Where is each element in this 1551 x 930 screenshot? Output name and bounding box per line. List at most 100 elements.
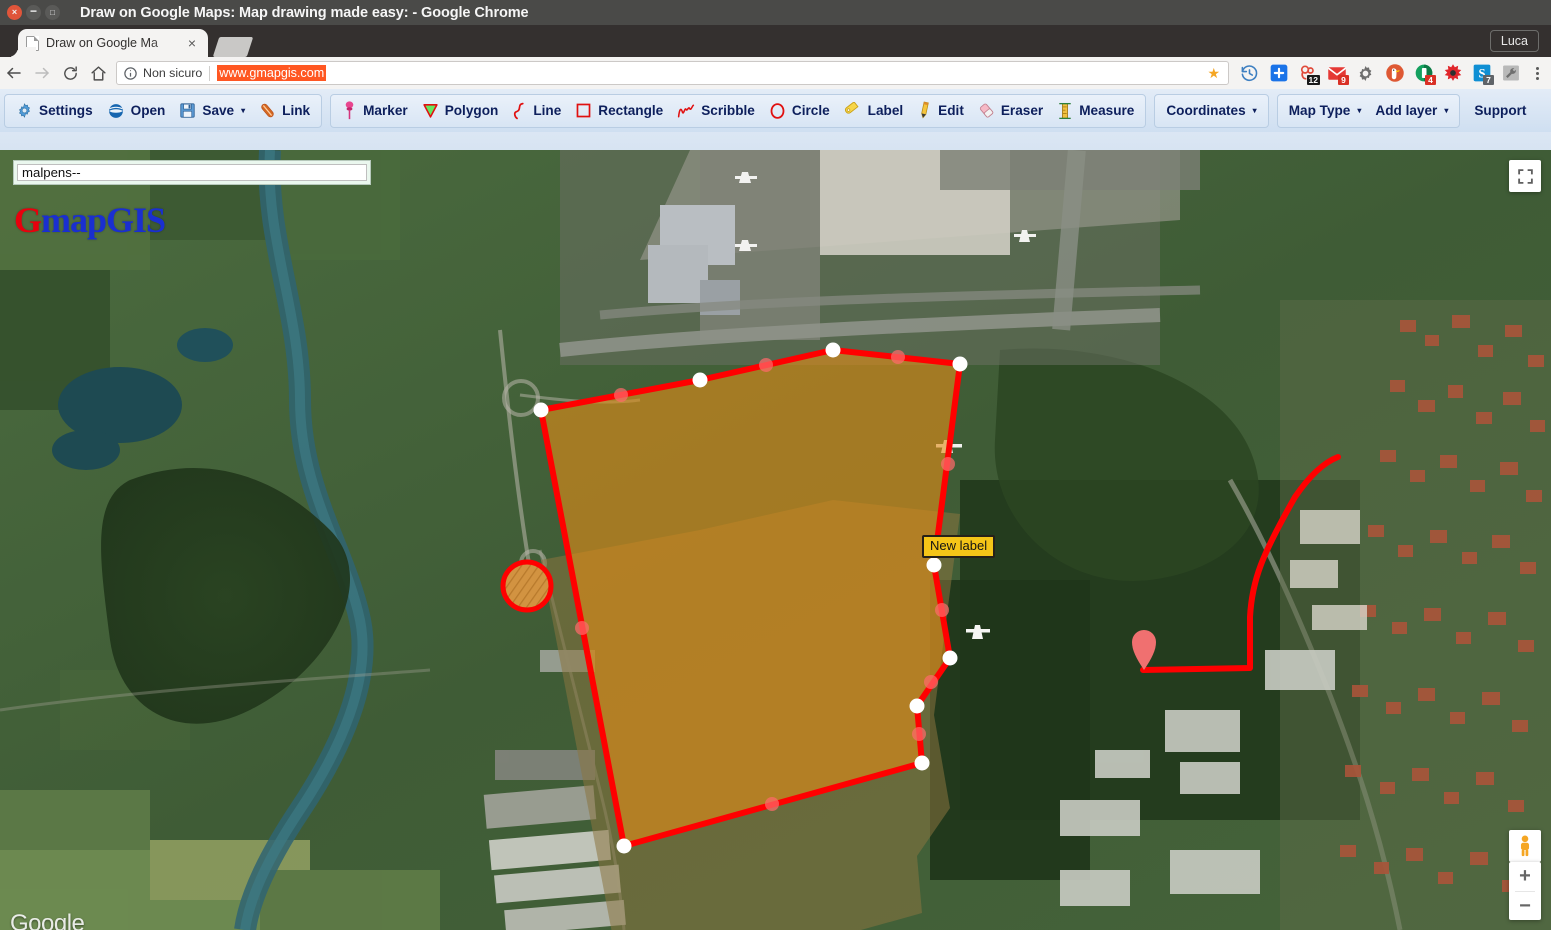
extension-badge: 12 (1306, 75, 1320, 85)
map-type-dropdown[interactable]: Map Type ▾ (1282, 96, 1369, 126)
window-title-bar: × − □ Draw on Google Maps: Map drawing m… (0, 0, 1551, 25)
adblock-icon[interactable]: 4 (1409, 59, 1438, 87)
add-layer-dropdown[interactable]: Add layer ▾ (1368, 96, 1455, 126)
profile-button[interactable]: Luca (1489, 30, 1539, 52)
coordinates-dropdown[interactable]: Coordinates ▾ (1159, 96, 1263, 126)
chevron-down-icon[interactable]: ▾ (1253, 106, 1257, 115)
save-button[interactable]: Save ▾ (172, 96, 252, 126)
profile-label: Luca (1500, 34, 1528, 48)
scribble-tool-button[interactable]: Scribble (670, 96, 762, 126)
window-close-button[interactable]: × (7, 5, 22, 20)
add-extension-icon[interactable] (1264, 59, 1293, 87)
close-icon: × (11, 7, 18, 17)
label-tool-button[interactable]: Label (837, 96, 911, 126)
floppy-disk-icon (179, 102, 196, 119)
street-view-pegman[interactable] (1509, 830, 1541, 862)
reload-button[interactable] (56, 59, 84, 87)
polygon-label: Polygon (444, 103, 499, 118)
circle-label: Circle (791, 103, 830, 118)
scribble-icon (677, 103, 695, 119)
plus-square-icon (1270, 64, 1287, 82)
map-pin-icon (342, 101, 357, 120)
tag-icon (844, 102, 862, 119)
wrench-square-icon (1502, 65, 1519, 81)
fullscreen-button[interactable] (1509, 160, 1541, 192)
scribble-label: Scribble (701, 103, 755, 118)
eraser-icon (978, 102, 995, 119)
duckduckgo-icon[interactable] (1380, 59, 1409, 87)
window-controls: × − □ (0, 5, 60, 20)
link-clipper-icon[interactable]: 12 (1293, 59, 1322, 87)
back-button[interactable] (0, 59, 28, 87)
open-button[interactable]: Open (100, 96, 173, 126)
link-button[interactable]: Link (252, 96, 317, 126)
drawn-circle[interactable] (500, 559, 554, 613)
edit-label: Edit (938, 103, 964, 118)
info-circle-icon (124, 66, 137, 80)
rectangle-tool-button[interactable]: Rectangle (568, 96, 670, 126)
settings-label: Settings (39, 103, 93, 118)
home-icon (90, 65, 106, 81)
support-link[interactable]: Support (1464, 96, 1536, 126)
logo-part-g: G (14, 200, 42, 240)
fullscreen-icon (1517, 168, 1533, 184)
chain-link-icon (259, 102, 276, 119)
new-label-tooltip[interactable]: New label (922, 535, 996, 559)
save-label: Save (202, 103, 235, 118)
mail-icon[interactable]: 9 (1322, 59, 1351, 87)
gear-extension-icon[interactable] (1351, 59, 1380, 87)
minimize-icon: − (29, 3, 37, 18)
coordinates-label: Coordinates (1166, 103, 1246, 118)
line-icon (512, 102, 527, 120)
marker-label: Marker (363, 103, 408, 118)
chevron-down-icon[interactable]: ▾ (1444, 106, 1448, 115)
gmapgis-toolbar: Settings Open Save ▾ Link Marker Polygon… (0, 89, 1551, 153)
chevron-down-icon[interactable]: ▾ (241, 106, 245, 115)
duck-circle-icon (1385, 64, 1404, 82)
logo-part-map: map (41, 200, 107, 240)
chevron-down-icon[interactable]: ▾ (1357, 106, 1361, 115)
menu-dot (1535, 66, 1539, 70)
eraser-label: Eraser (1000, 103, 1044, 118)
search-input[interactable] (17, 164, 367, 181)
wrench-icon[interactable] (1496, 59, 1525, 87)
starburst-bug-icon (1444, 64, 1461, 81)
line-tool-button[interactable]: Line (505, 96, 568, 126)
browser-tab[interactable]: Draw on Google Ma × (18, 29, 208, 57)
history-icon[interactable] (1235, 59, 1264, 87)
menu-dot (1535, 71, 1539, 75)
browser-navigation-bar: Non sicuro www.gmapgis.com ★ 12 9 4 S 7 (0, 57, 1551, 89)
history-clock-icon (1241, 64, 1258, 81)
edit-tool-button[interactable]: Edit (910, 96, 971, 126)
new-tab-button[interactable] (212, 37, 254, 57)
extension-badge: 9 (1338, 75, 1349, 85)
skype-icon[interactable]: S 7 (1467, 59, 1496, 87)
zoom-out-button[interactable]: − (1509, 892, 1541, 921)
zoom-controls[interactable]: + − (1509, 862, 1541, 920)
support-label: Support (1474, 103, 1527, 118)
eraser-tool-button[interactable]: Eraser (971, 96, 1050, 126)
toolbar-layers-group: Map Type ▾ Add layer ▾ (1276, 93, 1461, 128)
map-viewport[interactable]: GmapGIS New label + − Google (0, 150, 1551, 930)
window-maximize-button[interactable]: □ (45, 5, 60, 20)
zoom-in-button[interactable]: + (1509, 862, 1541, 891)
satellite-imagery (0, 150, 1551, 930)
label-label: Label (867, 103, 904, 118)
extension-badge: 7 (1483, 75, 1494, 85)
tab-close-icon[interactable]: × (184, 36, 200, 50)
bug-icon[interactable] (1438, 59, 1467, 87)
marker-tool-button[interactable]: Marker (335, 96, 415, 126)
map-search-box[interactable] (13, 160, 371, 185)
polygon-tool-button[interactable]: Polygon (415, 96, 506, 126)
forward-button[interactable] (28, 59, 56, 87)
url-text[interactable]: www.gmapgis.com (217, 65, 327, 81)
address-bar[interactable]: Non sicuro www.gmapgis.com ★ (116, 61, 1229, 85)
open-label: Open (130, 103, 166, 118)
measure-tool-button[interactable]: Measure (1050, 96, 1141, 126)
settings-button[interactable]: Settings (9, 96, 100, 126)
bookmark-star-icon[interactable]: ★ (1207, 65, 1222, 82)
chrome-menu-button[interactable] (1525, 59, 1549, 87)
circle-tool-button[interactable]: Circle (762, 96, 837, 126)
home-button[interactable] (84, 59, 112, 87)
window-minimize-button[interactable]: − (26, 5, 41, 20)
